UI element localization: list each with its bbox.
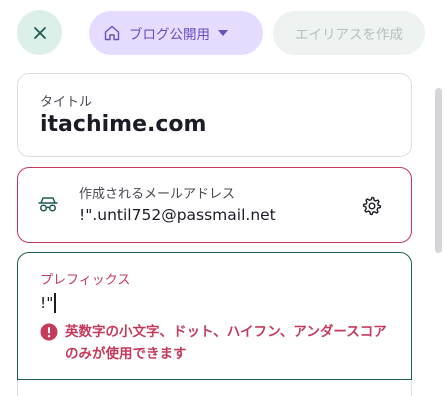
vault-select-button[interactable]: ブログ公開用 — [89, 11, 263, 55]
home-icon — [104, 25, 120, 41]
incognito-icon — [38, 197, 58, 212]
scrollbar[interactable] — [433, 66, 445, 396]
close-icon — [33, 26, 46, 39]
vault-select-label: ブログ公開用 — [129, 27, 210, 43]
email-preview-card: 作成されるメールアドレス !".until752@passmail.net — [17, 167, 412, 243]
create-alias-button[interactable]: エイリアスを作成 — [273, 11, 425, 55]
close-button[interactable] — [17, 10, 62, 55]
prefix-input-value: !" — [40, 294, 54, 312]
prefix-error-message: 英数字の小文字、ドット、ハイフン、アンダースコアのみが使用できます — [40, 321, 400, 365]
email-label: 作成されるメールアドレス — [79, 187, 236, 202]
title-input[interactable]: itachime.com — [40, 112, 206, 137]
prefix-input[interactable]: !" — [40, 293, 56, 313]
title-field[interactable]: タイトル itachime.com — [17, 73, 412, 157]
top-toolbar: ブログ公開用 エイリアスを作成 — [0, 0, 445, 66]
gear-icon — [362, 196, 382, 216]
prefix-field[interactable]: プレフィックス !" 英数字の小文字、ドット、ハイフン、アンダースコアのみが使用… — [17, 252, 412, 380]
prefix-error-text: 英数字の小文字、ドット、ハイフン、アンダースコアのみが使用できます — [65, 324, 387, 362]
email-settings-button[interactable] — [358, 192, 386, 220]
email-value: !".until752@passmail.net — [79, 206, 276, 224]
text-cursor — [54, 293, 56, 313]
prefix-label: プレフィックス — [40, 273, 131, 288]
chevron-down-icon — [218, 30, 228, 36]
next-field-edge — [17, 380, 412, 396]
error-icon — [40, 323, 58, 341]
title-label: タイトル — [40, 95, 93, 110]
scrollbar-thumb[interactable] — [435, 88, 442, 253]
